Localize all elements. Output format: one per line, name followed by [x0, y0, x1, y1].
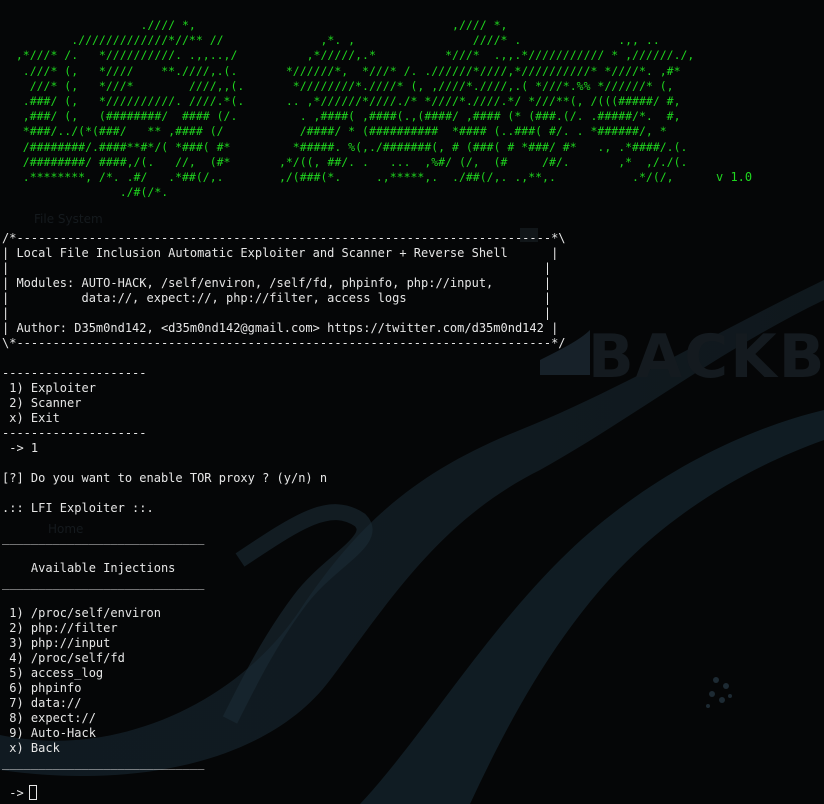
injection-item-php-input: 3) php://input: [2, 636, 111, 650]
banner-blank: | |: [2, 261, 552, 275]
tor-proxy-question: [?] Do you want to enable TOR proxy ? (y…: [2, 471, 328, 485]
banner-border-top: /*--------------------------------------…: [2, 231, 566, 245]
input-prompt: ->: [2, 786, 31, 800]
menu-separator: --------------------: [2, 426, 147, 440]
menu-item-exit: x) Exit: [2, 411, 60, 425]
injections-rule-middle: ____________________________: [2, 576, 205, 590]
version-label: v 1.0: [716, 170, 753, 184]
injections-rule-top: ____________________________: [2, 531, 205, 545]
menu-item-exploiter: 1) Exploiter: [2, 381, 96, 395]
injections-title: Available Injections: [2, 561, 176, 575]
injection-item-proc-self-fd: 4) /proc/self/fd: [2, 651, 125, 665]
banner-title: | Local File Inclusion Automatic Exploit…: [2, 246, 559, 260]
banner-modules-line-1: | Modules: AUTO-HACK, /self/environ, /se…: [2, 276, 552, 290]
menu-item-scanner: 2) Scanner: [2, 396, 82, 410]
injection-item-expect: 8) expect://: [2, 711, 96, 725]
injection-item-back: x) Back: [2, 741, 60, 755]
injection-item-access-log: 5) access_log: [2, 666, 104, 680]
banner-author: | Author: D35m0nd142, <d35m0nd142@gmail.…: [2, 321, 559, 335]
ascii-logo: .//// *, ,//// *, ./////////////*//** //…: [15, 18, 695, 200]
banner-blank: | |: [2, 306, 552, 320]
injection-item-data: 7) data://: [2, 696, 82, 710]
menu-separator: --------------------: [2, 366, 147, 380]
terminal-cursor[interactable]: [29, 785, 37, 800]
injections-rule-bottom: ____________________________: [2, 756, 205, 770]
terminal-window[interactable]: .//// *, ,//// *, ./////////////*//** //…: [0, 0, 824, 804]
banner-border-bottom: \*--------------------------------------…: [2, 336, 566, 350]
injection-item-php-filter: 2) php://filter: [2, 621, 118, 635]
injection-item-phpinfo: 6) phpinfo: [2, 681, 82, 695]
exploiter-header: .:: LFI Exploiter ::.: [2, 501, 154, 515]
injection-item-proc-self-environ: 1) /proc/self/environ: [2, 606, 161, 620]
banner-modules-line-2: | data://, expect://, php://filter, acce…: [2, 291, 552, 305]
injection-item-auto-hack: 9) Auto-Hack: [2, 726, 96, 740]
menu-prompt-answer: -> 1: [2, 441, 39, 455]
